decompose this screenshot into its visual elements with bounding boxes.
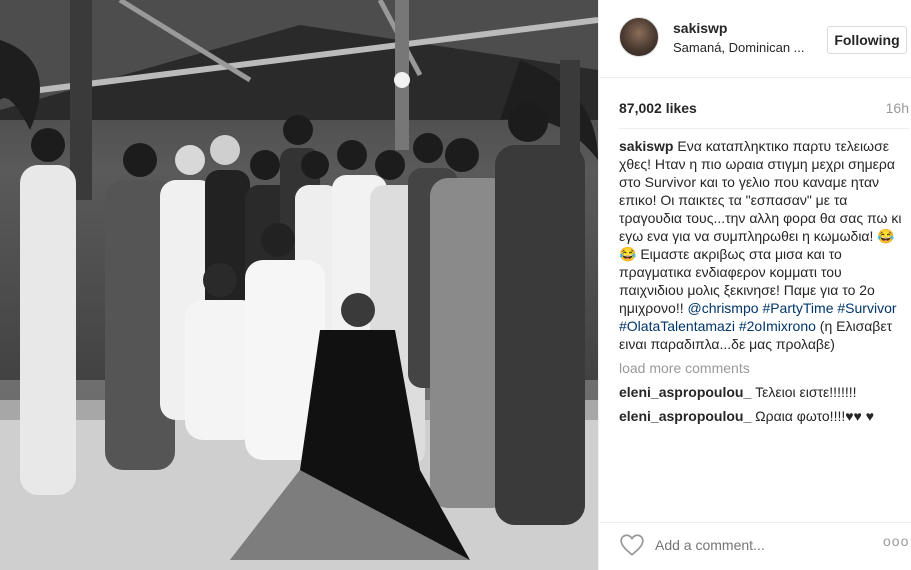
caption: sakiswp Ενα καταπληκτικο παρτυ τελειωσε …	[619, 137, 909, 353]
post-details-panel: sakiswp Samaná, Dominican ... Following …	[598, 0, 911, 570]
comment-text: Τελειοι ειστε!!!!!!!	[755, 384, 857, 400]
group-photo-image	[0, 0, 598, 570]
add-comment-input[interactable]	[655, 535, 875, 555]
hashtag-link[interactable]: #PartyTime	[762, 300, 833, 316]
comment-footer: ooo	[599, 522, 911, 570]
caption-username[interactable]: sakiswp	[619, 138, 673, 154]
hashtag-link[interactable]: #2oImixrono	[739, 318, 816, 334]
mention-link[interactable]: @chrismpo	[688, 300, 759, 316]
comment-text: Ωραια φωτο!!!!♥♥ ♥	[755, 408, 875, 424]
comment-item: eleni_aspropoulou_ Ωραια φωτο!!!!♥♥ ♥	[619, 407, 909, 425]
likes-count[interactable]: 87,002 likes	[619, 100, 697, 116]
heart-icon[interactable]	[619, 532, 645, 558]
comment-username[interactable]: eleni_aspropoulou_	[619, 408, 751, 424]
avatar[interactable]	[619, 17, 659, 57]
comments-section: sakiswp Ενα καταπληκτικο παρτυ τελειωσε …	[619, 137, 909, 425]
load-more-comments-link[interactable]: load more comments	[619, 359, 909, 377]
header-username[interactable]: sakiswp	[673, 20, 727, 36]
divider	[619, 128, 909, 129]
hashtag-link[interactable]: #Survivor	[837, 300, 896, 316]
post-photo[interactable]	[0, 0, 598, 570]
caption-text-part1: Ενα καταπληκτικο παρτυ τελειωσε χθες! Ητ…	[619, 138, 902, 316]
hashtag-link[interactable]: #OlataTalentamazi	[619, 318, 735, 334]
comment-username[interactable]: eleni_aspropoulou_	[619, 384, 751, 400]
post-stats: 87,002 likes 16h	[619, 100, 909, 120]
post-timestamp[interactable]: 16h	[886, 100, 909, 116]
comment-item: eleni_aspropoulou_ Τελειοι ειστε!!!!!!!	[619, 383, 909, 401]
location-link[interactable]: Samaná, Dominican ...	[673, 40, 805, 55]
post-header: sakiswp Samaná, Dominican ... Following	[599, 0, 911, 78]
more-options-icon[interactable]: ooo	[883, 533, 909, 549]
following-button[interactable]: Following	[827, 26, 907, 54]
